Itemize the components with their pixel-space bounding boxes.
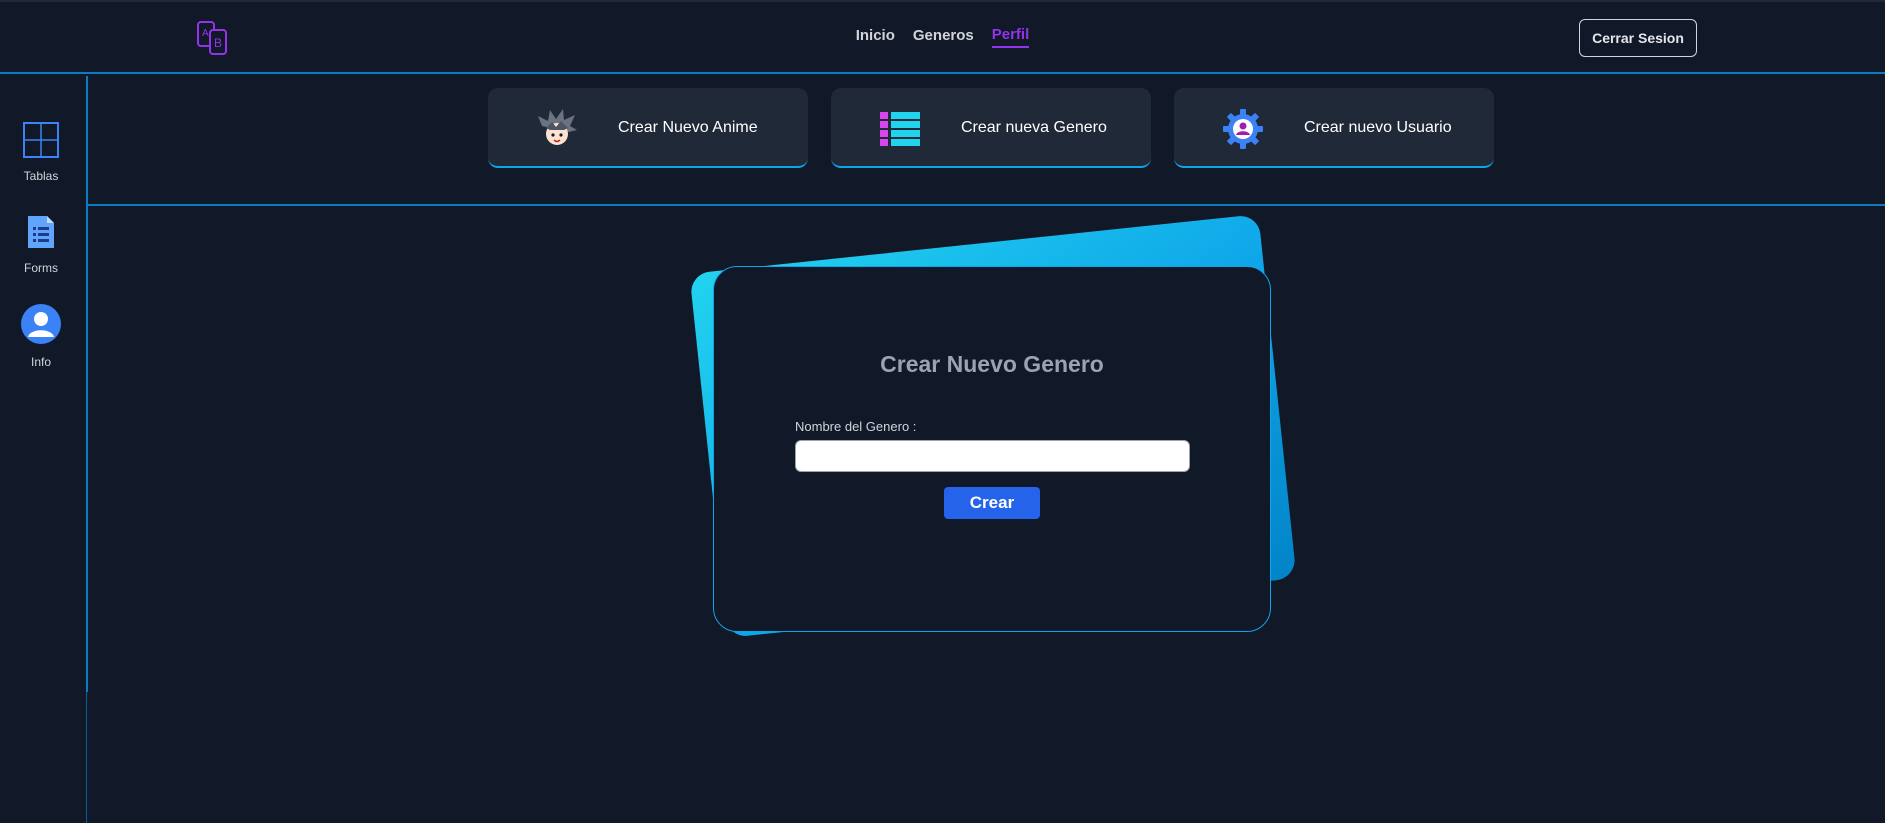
sidebar: Tablas Forms Info bbox=[0, 76, 88, 823]
list-icon bbox=[879, 108, 921, 150]
top-hairline bbox=[0, 0, 1885, 2]
logout-button[interactable]: Cerrar Sesion bbox=[1579, 19, 1697, 57]
nav-link-inicio[interactable]: Inicio bbox=[856, 27, 895, 47]
sidebar-item-forms[interactable]: Forms bbox=[8, 214, 74, 275]
anime-face-icon bbox=[536, 108, 578, 150]
sidebar-item-label: Info bbox=[30, 355, 51, 369]
genre-name-label: Nombre del Genero : bbox=[795, 419, 917, 434]
sidebar-divider-lower bbox=[86, 692, 87, 823]
shortcut-bar: Crear Nuevo Anime Crear nueva Genero Cre… bbox=[88, 76, 1885, 206]
create-button[interactable]: Crear bbox=[944, 487, 1040, 519]
user-avatar-icon bbox=[21, 304, 61, 349]
svg-text:B: B bbox=[214, 36, 222, 50]
sidebar-item-tablas[interactable]: Tablas bbox=[8, 122, 74, 183]
create-user-label: Crear nuevo Usuario bbox=[1304, 119, 1452, 136]
document-form-icon bbox=[25, 214, 57, 255]
nav-link-generos[interactable]: Generos bbox=[913, 27, 974, 47]
top-navbar: A B Inicio Generos Perfil Cerrar Sesion bbox=[0, 0, 1885, 74]
svg-text:A: A bbox=[202, 28, 209, 39]
genre-name-input[interactable] bbox=[795, 440, 1190, 472]
create-genre-form: Crear Nuevo Genero Nombre del Genero : C… bbox=[713, 266, 1271, 632]
create-anime-card[interactable]: Crear Nuevo Anime bbox=[488, 88, 808, 168]
sidebar-item-label: Tablas bbox=[23, 169, 59, 183]
sidebar-item-info[interactable]: Info bbox=[8, 304, 74, 369]
create-genre-card[interactable]: Crear nueva Genero bbox=[831, 88, 1151, 168]
create-anime-label: Crear Nuevo Anime bbox=[618, 119, 758, 136]
user-settings-gear-icon bbox=[1222, 108, 1264, 150]
form-title: Crear Nuevo Genero bbox=[880, 351, 1104, 377]
translate-ab-icon[interactable]: A B bbox=[196, 20, 232, 56]
sidebar-item-label: Forms bbox=[24, 261, 58, 275]
table-grid-icon bbox=[23, 122, 59, 163]
nav-link-perfil[interactable]: Perfil bbox=[991, 26, 1030, 48]
create-genre-label: Crear nueva Genero bbox=[961, 119, 1107, 136]
create-user-card[interactable]: Crear nuevo Usuario bbox=[1174, 88, 1494, 168]
